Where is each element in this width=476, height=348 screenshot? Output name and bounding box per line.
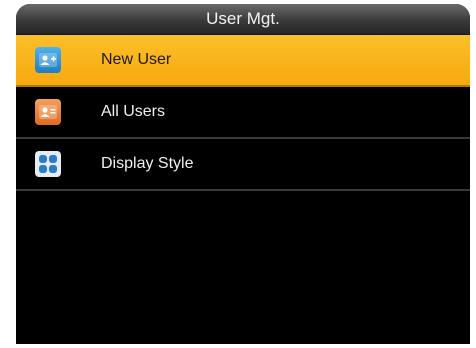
page-title: User Mgt. — [16, 4, 470, 35]
add-user-icon — [35, 47, 61, 73]
menu-item-new-user[interactable]: New User — [16, 35, 470, 87]
menu-item-label: Display Style — [101, 155, 194, 172]
user-management-menu: New User All Users Display Style — [16, 35, 470, 191]
menu-item-label: All Users — [101, 103, 166, 120]
device-screen: User Mgt. New User All Users Display Sty… — [16, 4, 470, 344]
menu-item-all-users[interactable]: All Users — [16, 87, 470, 139]
grid-style-icon — [35, 151, 61, 177]
menu-item-display-style[interactable]: Display Style — [16, 139, 470, 191]
user-card-icon — [35, 99, 61, 125]
menu-item-label: New User — [101, 51, 172, 68]
